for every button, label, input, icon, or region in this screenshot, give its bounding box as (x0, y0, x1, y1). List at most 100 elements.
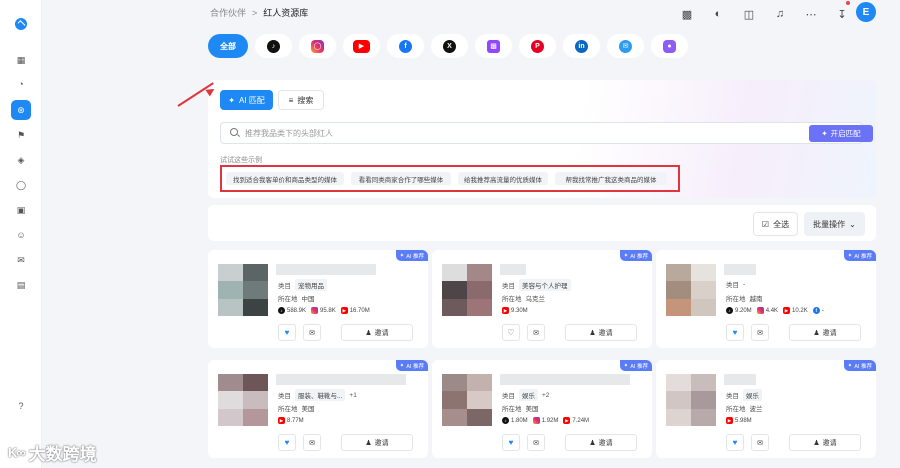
book-icon[interactable]: ◫ (739, 4, 759, 24)
tiktok-icon: ♪ (267, 39, 280, 53)
invite-button[interactable]: ♟ 邀请 (341, 324, 413, 341)
search-input[interactable] (245, 125, 785, 141)
category-tag: 服装、鞋靴与... (295, 389, 346, 401)
podcast-icon: ● (663, 39, 676, 53)
favorite-button[interactable]: ♥ (278, 434, 296, 451)
message-button[interactable]: ✉ (303, 434, 321, 451)
search-mode-label: 搜索 (297, 95, 314, 105)
heart-icon: ♥ (508, 438, 514, 447)
tab-youtube[interactable]: ▶ (343, 34, 380, 58)
mail-icon[interactable]: ✉ (11, 250, 31, 270)
search-mode-button[interactable]: ≡ 搜索 (278, 90, 324, 110)
influencer-card[interactable]: ✦ AI 推荐 类目 服装、鞋靴与... +1 所在地 美国 ▶ 8.77M ♥ ✉ ♟ 邀… (208, 360, 428, 458)
heart-outline-icon: ♡ (507, 328, 515, 337)
filter-icon: ≡ (288, 95, 294, 105)
tiktok-icon: ♪ (278, 307, 285, 314)
message-button[interactable]: ✉ (527, 324, 545, 341)
user-icon: ♟ (813, 439, 820, 447)
invite-button[interactable]: ♟ 邀请 (789, 324, 861, 341)
start-match-button[interactable]: ✦ 开启匹配 (809, 125, 873, 142)
box-icon[interactable]: ▣ (11, 200, 31, 220)
avatar-image (218, 374, 268, 426)
invite-button[interactable]: ♟ 邀请 (341, 434, 413, 451)
tab-twitch[interactable]: ▩ (475, 34, 512, 58)
invite-button[interactable]: ♟ 邀请 (565, 434, 637, 451)
people-icon: ⊛ (17, 104, 25, 115)
tab-x[interactable]: X (431, 34, 468, 58)
influencer-card[interactable]: ✦ AI 推荐 类目 美容与个人护理 所在地 乌克兰 ▶ 9.30M ♡ ✉ ♟ 邀请 (432, 250, 652, 348)
chart-icon[interactable]: ◔ (11, 74, 31, 94)
invite-button[interactable]: ♟ 邀请 (789, 434, 861, 451)
tab-messenger[interactable]: ✉ (607, 34, 644, 58)
example-chip[interactable]: 找到适合我客单价和商品类型的媒体 (226, 172, 344, 185)
category-tag: 娱乐 (743, 389, 762, 401)
help-icon[interactable]: ? (11, 396, 31, 416)
mail-icon: ✉ (309, 439, 315, 447)
ai-recommend-badge: ✦ AI 推荐 (843, 250, 876, 261)
tab-pinterest[interactable]: P (519, 34, 556, 58)
tab-instagram[interactable]: ◯ (299, 34, 336, 58)
avatar-image (666, 374, 716, 426)
tab-facebook[interactable]: f (387, 34, 424, 58)
youtube-icon: ▶ (278, 417, 285, 424)
location-row: 所在地 中国 (278, 296, 315, 303)
influencer-card[interactable]: ✦ AI 推荐 类目 - 所在地 越南 ♪ 9.20M 4.4K ▶ 10.2K f- ♥… (656, 250, 876, 348)
follower-stats: ♪ 588.9K 95.8K ▶ 16.70M (278, 307, 370, 314)
favorite-button[interactable]: ♥ (502, 434, 520, 451)
example-chip[interactable]: 帮我找常推广我这类商品的媒体 (555, 172, 667, 185)
favorite-button[interactable]: ♡ (502, 324, 520, 341)
facebook-icon: f (812, 307, 820, 314)
tab-all[interactable]: 全部 (208, 34, 248, 58)
influencer-card[interactable]: ✦ AI 推荐 类目 娱乐 所在地 波兰 ▶ 5.98M ♥ ✉ ♟ 邀请 (656, 360, 876, 458)
invite-button[interactable]: ♟ 邀请 (565, 324, 637, 341)
mail-icon: ✉ (533, 439, 539, 447)
tab-tiktok[interactable]: ♪ (255, 34, 292, 58)
influencer-card[interactable]: ✦ AI 推荐 类目 娱乐 +2 所在地 美国 ♪ 1.80M 1.92M ▶ 7.24M … (432, 360, 652, 458)
influencer-card[interactable]: ✦ AI 推荐 类目 宠物用品 所在地 中国 ♪ 588.9K 95.8K ▶ 16.70… (208, 250, 428, 348)
grid-icon[interactable]: ▦ (11, 50, 31, 70)
bell-icon[interactable]: ♫ (770, 4, 790, 24)
mail-icon: ✉ (757, 329, 763, 337)
tab-linkedin[interactable]: in (563, 34, 600, 58)
sparkle-icon: ✦ (399, 252, 405, 259)
message-button[interactable]: ✉ (527, 434, 545, 451)
tab-podcast[interactable]: ● (651, 34, 688, 58)
ai-match-mode-button[interactable]: ✦ AI 匹配 (220, 90, 273, 110)
sparkle-icon: ✦ (623, 362, 629, 369)
message-button[interactable]: ✉ (303, 324, 321, 341)
favorite-button[interactable]: ♥ (726, 434, 744, 451)
avatar[interactable]: E (856, 2, 876, 22)
bot-icon[interactable]: ☺ (11, 225, 31, 245)
select-all-button[interactable]: ☑ 全选 (753, 212, 798, 236)
chat-icon[interactable]: ⋯ (801, 4, 821, 24)
example-chip[interactable]: 看看同类商家合作了哪些媒体 (351, 172, 451, 185)
download-icon[interactable]: ↧ (832, 4, 852, 24)
user-icon: ♟ (365, 329, 372, 337)
breadcrumb-parent[interactable]: 合作伙伴 (210, 6, 246, 19)
megaphone-icon[interactable]: ⚑ (11, 125, 31, 145)
chevron-down-icon: ⌄ (849, 219, 856, 229)
favorite-button[interactable]: ♥ (278, 324, 296, 341)
favorite-button[interactable]: ♥ (726, 324, 744, 341)
message-button[interactable]: ✉ (751, 324, 769, 341)
location-row: 所在地 美国 (278, 406, 315, 413)
example-chip[interactable]: 给我推荐高流量的优质媒体 (458, 172, 548, 185)
header-actions: ▩ ◐ ◫ ♫ ⋯ ↧ (677, 4, 863, 24)
category-row: 类目 美容与个人护理 (502, 279, 571, 291)
app-logo[interactable] (15, 18, 27, 30)
wallet-icon[interactable]: ▤ (11, 275, 31, 295)
sparkle-icon: ✦ (623, 252, 629, 259)
theme-icon[interactable]: ◐ (708, 4, 728, 24)
batch-actions-button[interactable]: 批量操作 ⌄ (804, 212, 865, 236)
sidebar-item-partners[interactable]: ⊛ (11, 100, 31, 120)
youtube-icon: ▶ (726, 417, 733, 424)
message-button[interactable]: ✉ (751, 434, 769, 451)
layers-icon[interactable]: ◈ (11, 150, 31, 170)
follower-stats: ♪ 9.20M 4.4K ▶ 10.2K f- (726, 307, 824, 314)
globe-icon[interactable]: ◯ (11, 175, 31, 195)
ai-recommend-badge: ✦ AI 推荐 (619, 360, 652, 371)
x-icon: X (443, 39, 456, 53)
notification-dot (846, 1, 850, 5)
influencer-name (500, 374, 630, 385)
qrcode-icon[interactable]: ▩ (677, 4, 697, 24)
